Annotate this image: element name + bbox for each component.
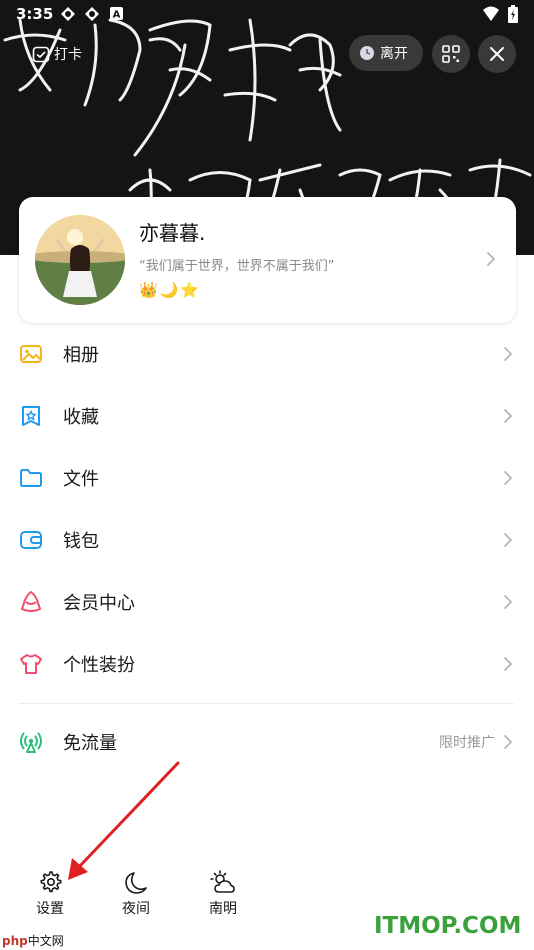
badge-list: 👑 🌙 ⭐ <box>139 281 199 299</box>
promo-label: 限时推广 <box>439 735 495 751</box>
vip-icon <box>21 591 41 612</box>
menu-label: 个性装扮 <box>63 655 135 676</box>
chevron-right-icon <box>504 533 513 547</box>
weather-button[interactable]: 南明 <box>193 870 253 918</box>
night-mode-label: 夜间 <box>122 901 150 917</box>
weather-partly-cloudy-icon <box>210 870 235 893</box>
php-watermark: php中文网 <box>2 932 64 949</box>
night-mode-button[interactable]: 夜间 <box>106 870 166 918</box>
itmop-watermark: ITMOP.COM <box>374 913 522 939</box>
menu-item-dress-up[interactable]: 个性装扮 <box>0 633 534 695</box>
close-button[interactable] <box>478 35 516 73</box>
crown-badge-icon: 👑 <box>139 281 158 299</box>
menu-divider <box>19 703 514 704</box>
weather-label: 南明 <box>209 901 237 917</box>
php-watermark-text: 中文网 <box>27 934 64 948</box>
folder-icon <box>20 469 42 487</box>
php-watermark-brand: php <box>2 934 28 948</box>
chevron-right-icon <box>504 347 513 361</box>
star-badge-icon: ⭐ <box>180 281 200 299</box>
settings-label: 设置 <box>36 901 64 917</box>
notification-icon <box>85 7 99 21</box>
svg-text:A: A <box>113 10 121 21</box>
wallet-icon <box>20 531 42 549</box>
moon-badge-icon: 🌙 <box>159 281 179 299</box>
qr-code-button[interactable] <box>432 35 470 73</box>
settings-button[interactable]: 设置 <box>20 870 80 918</box>
menu-item-favorites[interactable]: 收藏 <box>0 385 534 447</box>
dress-up-icon <box>20 654 42 674</box>
chevron-right-icon <box>504 409 513 423</box>
close-icon <box>490 47 504 61</box>
chevron-right-icon <box>487 252 496 266</box>
gear-icon <box>40 871 62 893</box>
status-bar: 3:35 A <box>0 0 534 28</box>
profile-card[interactable]: 亦暮暮. “我们属于世界，世界不属于我们” 👑 🌙 ⭐ <box>19 197 516 323</box>
chevron-right-icon <box>504 735 513 749</box>
chevron-right-icon <box>504 595 513 609</box>
menu-label: 钱包 <box>63 531 99 552</box>
status-time: 3:35 <box>16 5 54 23</box>
menu-label: 会员中心 <box>63 593 135 614</box>
checkin-button[interactable]: 打卡 <box>26 36 94 72</box>
album-icon <box>20 345 42 363</box>
calendar-check-icon <box>32 46 50 63</box>
menu-label: 文件 <box>63 469 99 490</box>
status-away-label: 离开 <box>380 46 408 62</box>
menu-label: 收藏 <box>63 407 99 428</box>
menu-item-free-data[interactable]: 免流量 限时推广 <box>0 711 534 773</box>
checkin-label: 打卡 <box>54 47 82 63</box>
chevron-right-icon <box>504 657 513 671</box>
menu-item-vip-center[interactable]: 会员中心 <box>0 571 534 633</box>
menu-item-files[interactable]: 文件 <box>0 447 534 509</box>
moon-icon <box>125 872 147 894</box>
a-icon: A <box>110 7 123 21</box>
profile-signature: “我们属于世界，世界不属于我们” <box>139 259 335 274</box>
menu-item-album[interactable]: 相册 <box>0 323 534 385</box>
qr-code-icon <box>442 45 460 63</box>
menu-item-wallet[interactable]: 钱包 <box>0 509 534 571</box>
favorites-icon <box>22 406 40 426</box>
avatar-image <box>35 215 125 305</box>
status-away-button[interactable]: 离开 <box>349 35 423 71</box>
wifi-icon <box>483 6 499 21</box>
menu-label: 免流量 <box>63 733 117 754</box>
notification-icon <box>61 7 75 21</box>
profile-name: 亦暮暮. <box>139 221 206 245</box>
chevron-right-icon <box>504 471 513 485</box>
menu-label: 相册 <box>63 345 99 366</box>
signal-icon <box>20 732 42 753</box>
battery-icon <box>508 5 518 23</box>
clock-icon <box>360 46 374 60</box>
avatar[interactable] <box>35 215 125 305</box>
